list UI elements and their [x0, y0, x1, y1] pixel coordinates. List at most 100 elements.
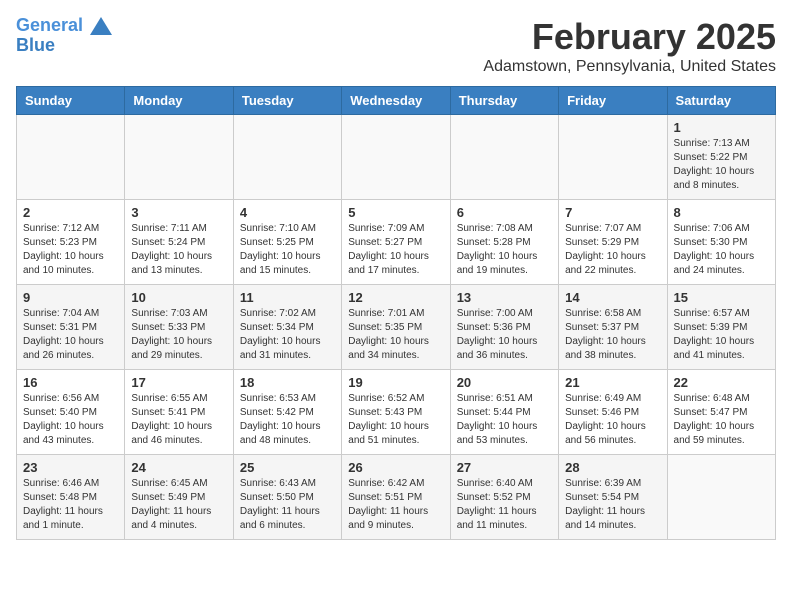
calendar-cell: 5 Sunrise: 7:09 AM Sunset: 5:27 PM Daylig… — [342, 200, 450, 285]
calendar-cell: 25 Sunrise: 6:43 AM Sunset: 5:50 PM Dayli… — [233, 455, 341, 540]
calendar-cell: 15 Sunrise: 6:57 AM Sunset: 5:39 PM Dayli… — [667, 285, 775, 370]
calendar-cell: 24Sunrise: 6:45 AM Sunset: 5:49 PM Dayli… — [125, 455, 233, 540]
logo-icon — [90, 17, 112, 35]
calendar-cell: 11 Sunrise: 7:02 AM Sunset: 5:34 PM Dayli… — [233, 285, 341, 370]
calendar-cell: 4Sunrise: 7:10 AM Sunset: 5:25 PM Daylig… — [233, 200, 341, 285]
calendar-cell — [233, 115, 341, 200]
calendar-cell: 20 Sunrise: 6:51 AM Sunset: 5:44 PM Dayli… — [450, 370, 558, 455]
logo-text-blue: Blue — [16, 36, 112, 56]
calendar-week-row: 2 Sunrise: 7:12 AM Sunset: 5:23 PM Daylig… — [17, 200, 776, 285]
day-number: 4 — [240, 205, 335, 220]
day-info: Sunrise: 6:48 AM Sunset: 5:47 PM Dayligh… — [674, 392, 769, 448]
day-info: Sunrise: 6:53 AM Sunset: 5:42 PM Dayligh… — [240, 392, 335, 448]
calendar-cell: 23 Sunrise: 6:46 AM Sunset: 5:48 PM Dayli… — [17, 455, 125, 540]
day-info: Sunrise: 7:12 AM Sunset: 5:23 PM Dayligh… — [23, 222, 118, 278]
day-info: Sunrise: 7:02 AM Sunset: 5:34 PM Dayligh… — [240, 307, 335, 363]
day-number: 12 — [348, 290, 443, 305]
day-info: Sunrise: 7:01 AM Sunset: 5:35 PM Dayligh… — [348, 307, 443, 363]
day-number: 28 — [565, 460, 660, 475]
title-block: February 2025 Adamstown, Pennsylvania, U… — [483, 16, 776, 76]
day-number: 17 — [131, 375, 226, 390]
day-number: 18 — [240, 375, 335, 390]
calendar-week-row: 16 Sunrise: 6:56 AM Sunset: 5:40 PM Dayli… — [17, 370, 776, 455]
day-info: Sunrise: 6:51 AM Sunset: 5:44 PM Dayligh… — [457, 392, 552, 448]
calendar-cell: 13Sunrise: 7:00 AM Sunset: 5:36 PM Dayli… — [450, 285, 558, 370]
day-number: 2 — [23, 205, 118, 220]
day-number: 19 — [348, 375, 443, 390]
day-number: 11 — [240, 290, 335, 305]
calendar-cell: 3 Sunrise: 7:11 AM Sunset: 5:24 PM Daylig… — [125, 200, 233, 285]
day-number: 23 — [23, 460, 118, 475]
day-number: 14 — [565, 290, 660, 305]
day-number: 9 — [23, 290, 118, 305]
calendar-cell: 2 Sunrise: 7:12 AM Sunset: 5:23 PM Daylig… — [17, 200, 125, 285]
day-info: Sunrise: 7:13 AM Sunset: 5:22 PM Dayligh… — [674, 137, 769, 193]
day-header-monday: Monday — [125, 87, 233, 115]
day-number: 16 — [23, 375, 118, 390]
calendar-week-row: 1Sunrise: 7:13 AM Sunset: 5:22 PM Daylig… — [17, 115, 776, 200]
day-number: 26 — [348, 460, 443, 475]
day-number: 8 — [674, 205, 769, 220]
day-header-tuesday: Tuesday — [233, 87, 341, 115]
calendar-cell — [667, 455, 775, 540]
day-header-sunday: Sunday — [17, 87, 125, 115]
day-header-saturday: Saturday — [667, 87, 775, 115]
day-header-wednesday: Wednesday — [342, 87, 450, 115]
day-number: 15 — [674, 290, 769, 305]
calendar-table: SundayMondayTuesdayWednesdayThursdayFrid… — [16, 86, 776, 540]
calendar-cell: 21Sunrise: 6:49 AM Sunset: 5:46 PM Dayli… — [559, 370, 667, 455]
logo-text-general: General — [16, 15, 83, 35]
day-info: Sunrise: 6:43 AM Sunset: 5:50 PM Dayligh… — [240, 477, 335, 533]
day-header-friday: Friday — [559, 87, 667, 115]
calendar-cell: 1Sunrise: 7:13 AM Sunset: 5:22 PM Daylig… — [667, 115, 775, 200]
day-info: Sunrise: 7:07 AM Sunset: 5:29 PM Dayligh… — [565, 222, 660, 278]
day-number: 13 — [457, 290, 552, 305]
day-info: Sunrise: 6:57 AM Sunset: 5:39 PM Dayligh… — [674, 307, 769, 363]
day-number: 3 — [131, 205, 226, 220]
month-title: February 2025 — [483, 16, 776, 58]
day-header-thursday: Thursday — [450, 87, 558, 115]
day-info: Sunrise: 7:08 AM Sunset: 5:28 PM Dayligh… — [457, 222, 552, 278]
day-info: Sunrise: 6:55 AM Sunset: 5:41 PM Dayligh… — [131, 392, 226, 448]
day-info: Sunrise: 6:49 AM Sunset: 5:46 PM Dayligh… — [565, 392, 660, 448]
calendar-week-row: 9 Sunrise: 7:04 AM Sunset: 5:31 PM Daylig… — [17, 285, 776, 370]
day-number: 22 — [674, 375, 769, 390]
calendar-cell: 17 Sunrise: 6:55 AM Sunset: 5:41 PM Dayli… — [125, 370, 233, 455]
calendar-cell: 26Sunrise: 6:42 AM Sunset: 5:51 PM Dayli… — [342, 455, 450, 540]
day-info: Sunrise: 6:52 AM Sunset: 5:43 PM Dayligh… — [348, 392, 443, 448]
calendar-cell — [17, 115, 125, 200]
day-info: Sunrise: 7:09 AM Sunset: 5:27 PM Dayligh… — [348, 222, 443, 278]
day-number: 25 — [240, 460, 335, 475]
day-info: Sunrise: 7:06 AM Sunset: 5:30 PM Dayligh… — [674, 222, 769, 278]
day-info: Sunrise: 7:04 AM Sunset: 5:31 PM Dayligh… — [23, 307, 118, 363]
calendar-cell — [559, 115, 667, 200]
calendar-cell: 22 Sunrise: 6:48 AM Sunset: 5:47 PM Dayli… — [667, 370, 775, 455]
page-header: General Blue February 2025 Adamstown, Pe… — [16, 16, 776, 76]
day-number: 20 — [457, 375, 552, 390]
calendar-cell — [450, 115, 558, 200]
day-number: 27 — [457, 460, 552, 475]
calendar-cell: 16 Sunrise: 6:56 AM Sunset: 5:40 PM Dayli… — [17, 370, 125, 455]
day-info: Sunrise: 6:46 AM Sunset: 5:48 PM Dayligh… — [23, 477, 118, 533]
calendar-cell: 7Sunrise: 7:07 AM Sunset: 5:29 PM Daylig… — [559, 200, 667, 285]
day-number: 6 — [457, 205, 552, 220]
location-subtitle: Adamstown, Pennsylvania, United States — [483, 58, 776, 76]
day-info: Sunrise: 7:11 AM Sunset: 5:24 PM Dayligh… — [131, 222, 226, 278]
calendar-header-row: SundayMondayTuesdayWednesdayThursdayFrid… — [17, 87, 776, 115]
day-number: 5 — [348, 205, 443, 220]
day-info: Sunrise: 6:40 AM Sunset: 5:52 PM Dayligh… — [457, 477, 552, 533]
calendar-week-row: 23 Sunrise: 6:46 AM Sunset: 5:48 PM Dayli… — [17, 455, 776, 540]
day-info: Sunrise: 7:03 AM Sunset: 5:33 PM Dayligh… — [131, 307, 226, 363]
day-info: Sunrise: 6:56 AM Sunset: 5:40 PM Dayligh… — [23, 392, 118, 448]
calendar-cell: 18 Sunrise: 6:53 AM Sunset: 5:42 PM Dayli… — [233, 370, 341, 455]
calendar-cell: 28 Sunrise: 6:39 AM Sunset: 5:54 PM Dayli… — [559, 455, 667, 540]
logo: General Blue — [16, 16, 112, 56]
calendar-cell: 10Sunrise: 7:03 AM Sunset: 5:33 PM Dayli… — [125, 285, 233, 370]
calendar-cell: 14 Sunrise: 6:58 AM Sunset: 5:37 PM Dayli… — [559, 285, 667, 370]
calendar-cell: 6 Sunrise: 7:08 AM Sunset: 5:28 PM Daylig… — [450, 200, 558, 285]
day-info: Sunrise: 6:45 AM Sunset: 5:49 PM Dayligh… — [131, 477, 226, 533]
day-info: Sunrise: 6:58 AM Sunset: 5:37 PM Dayligh… — [565, 307, 660, 363]
calendar-cell — [342, 115, 450, 200]
calendar-cell: 12 Sunrise: 7:01 AM Sunset: 5:35 PM Dayli… — [342, 285, 450, 370]
day-info: Sunrise: 6:39 AM Sunset: 5:54 PM Dayligh… — [565, 477, 660, 533]
